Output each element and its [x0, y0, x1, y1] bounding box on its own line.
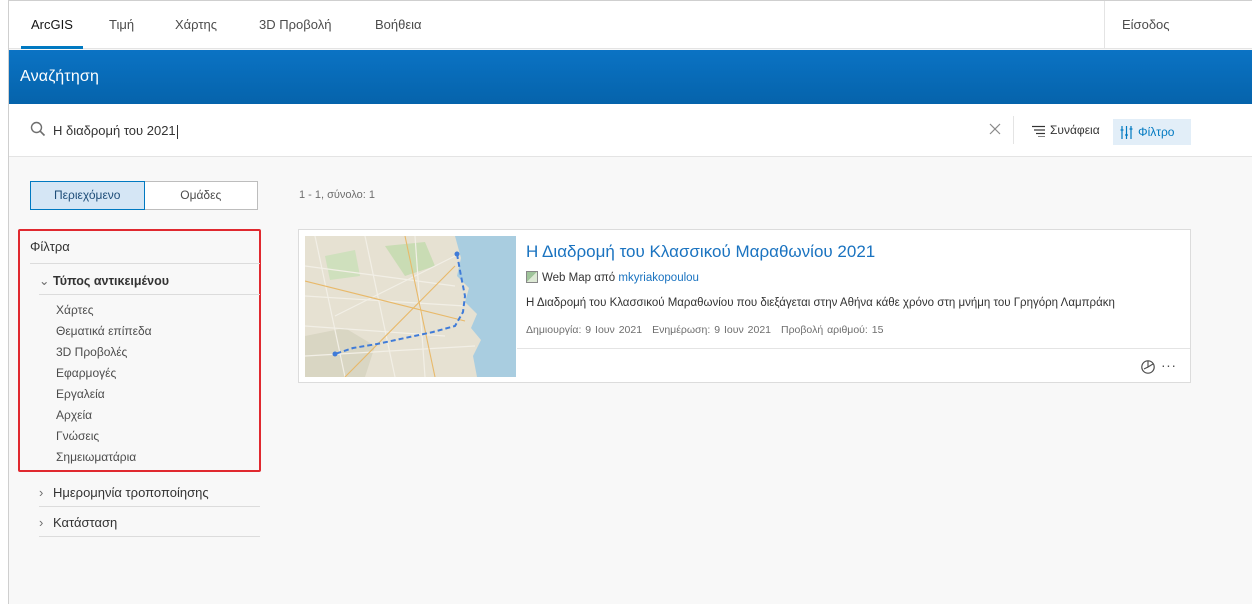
filter-sliders-icon — [1120, 126, 1133, 139]
web-map-icon — [526, 271, 538, 283]
top-navigation: ArcGIS Τιμή Χάρτης 3D Προβολή Βοήθεια Εί… — [9, 1, 1252, 49]
result-description: Η Διαδρομή του Κλασσικού Μαραθωνίου που … — [526, 297, 1115, 309]
clear-search-icon[interactable] — [987, 121, 1003, 137]
search-icon — [30, 121, 46, 137]
open-in-viewer-icon[interactable] — [1140, 359, 1156, 375]
divider — [30, 263, 260, 264]
page-banner: Αναζήτηση — [9, 50, 1252, 104]
filters-heading: Φίλτρα — [30, 239, 70, 254]
segment-groups[interactable]: Ομάδες — [145, 182, 258, 209]
map-thumbnail[interactable] — [305, 236, 516, 377]
divider — [39, 506, 260, 507]
result-title-link[interactable]: Η Διαδρομή του Κλασσικού Μαραθωνίου 2021 — [526, 242, 875, 262]
chevron-right-icon: › — [39, 485, 44, 500]
sort-button[interactable]: Συνάφεια — [1032, 104, 1100, 157]
filter-item-maps[interactable]: Χάρτες — [56, 303, 93, 317]
filter-label: Φίλτρο — [1138, 125, 1175, 139]
nav-tab-help[interactable]: Βοήθεια — [375, 1, 422, 49]
search-input[interactable]: Η διαδρομή του 2021 — [53, 104, 178, 157]
card-divider — [517, 348, 1190, 349]
updated-date: Ενημέρωση: 9 Ιουν 2021 — [652, 324, 771, 336]
text-cursor — [176, 124, 178, 139]
result-card: Η Διαδρομή του Κλασσικού Μαραθωνίου 2021… — [298, 229, 1191, 383]
signin-area: Είσοδος — [1104, 1, 1252, 49]
filter-group-status[interactable]: › Κατάσταση — [39, 515, 117, 530]
filter-group-item-type[interactable]: ⌄ Τύπος αντικειμένου — [39, 273, 169, 288]
nav-tab-arcgis[interactable]: ArcGIS — [21, 1, 83, 49]
filter-item-layers[interactable]: Θεματικά επίπεδα — [56, 324, 152, 338]
sort-label: Συνάφεια — [1050, 123, 1100, 137]
result-meta: Δημιουργία: 9 Ιουν 2021 Ενημέρωση: 9 Ιουν… — [526, 324, 893, 336]
chevron-down-icon: ⌄ — [39, 274, 50, 288]
search-bar: Η διαδρομή του 2021 Συνάφεια Φίλτρο — [9, 104, 1252, 157]
segment-content[interactable]: Περιεχόμενο — [30, 181, 145, 210]
filter-group-label: Τύπος αντικειμένου — [53, 274, 170, 288]
more-options-icon[interactable]: ··· — [1161, 357, 1177, 373]
filter-item-files[interactable]: Αρχεία — [56, 408, 92, 422]
result-type-line: Web Map από mkyriakopoulou — [526, 271, 699, 284]
filter-item-apps[interactable]: Εφαρμογές — [56, 366, 116, 380]
divider — [39, 536, 260, 537]
nav-tab-map[interactable]: Χάρτης — [175, 1, 217, 49]
filters-highlight-box — [18, 229, 261, 472]
chevron-right-icon: › — [39, 515, 44, 530]
nav-tab-pricing[interactable]: Τιμή — [109, 1, 134, 49]
map-preview-image — [305, 236, 516, 377]
owner-link[interactable]: mkyriakopoulou — [618, 272, 699, 284]
filter-item-scenes[interactable]: 3D Προβολές — [56, 345, 127, 359]
filter-group-label: Κατάσταση — [53, 515, 118, 530]
filter-group-label: Ημερομηνία τροποποίησης — [53, 485, 209, 500]
sort-icon — [1032, 125, 1045, 138]
results-count: 1 - 1, σύνολο: 1 — [299, 189, 376, 201]
nav-tab-3d-view[interactable]: 3D Προβολή — [259, 1, 331, 49]
content-groups-toggle: Περιεχόμενο Ομάδες — [30, 181, 258, 210]
divider — [39, 294, 260, 295]
signin-link[interactable]: Είσοδος — [1122, 1, 1170, 49]
filter-item-tools[interactable]: Εργαλεία — [56, 387, 105, 401]
filter-item-insights[interactable]: Γνώσεις — [56, 429, 99, 443]
view-count: Προβολή αριθμού: 15 — [781, 324, 884, 336]
page-title: Αναζήτηση — [20, 68, 100, 85]
result-type: Web Map από — [542, 272, 616, 284]
created-date: Δημιουργία: 9 Ιουν 2021 — [526, 324, 643, 336]
filter-group-date-modified[interactable]: › Ημερομηνία τροποποίησης — [39, 485, 209, 500]
search-query-text: Η διαδρομή του 2021 — [53, 123, 176, 138]
filter-button[interactable]: Φίλτρο — [1113, 119, 1191, 145]
filter-item-notebooks[interactable]: Σημειωματάρια — [56, 450, 136, 464]
search-divider — [1013, 116, 1014, 144]
